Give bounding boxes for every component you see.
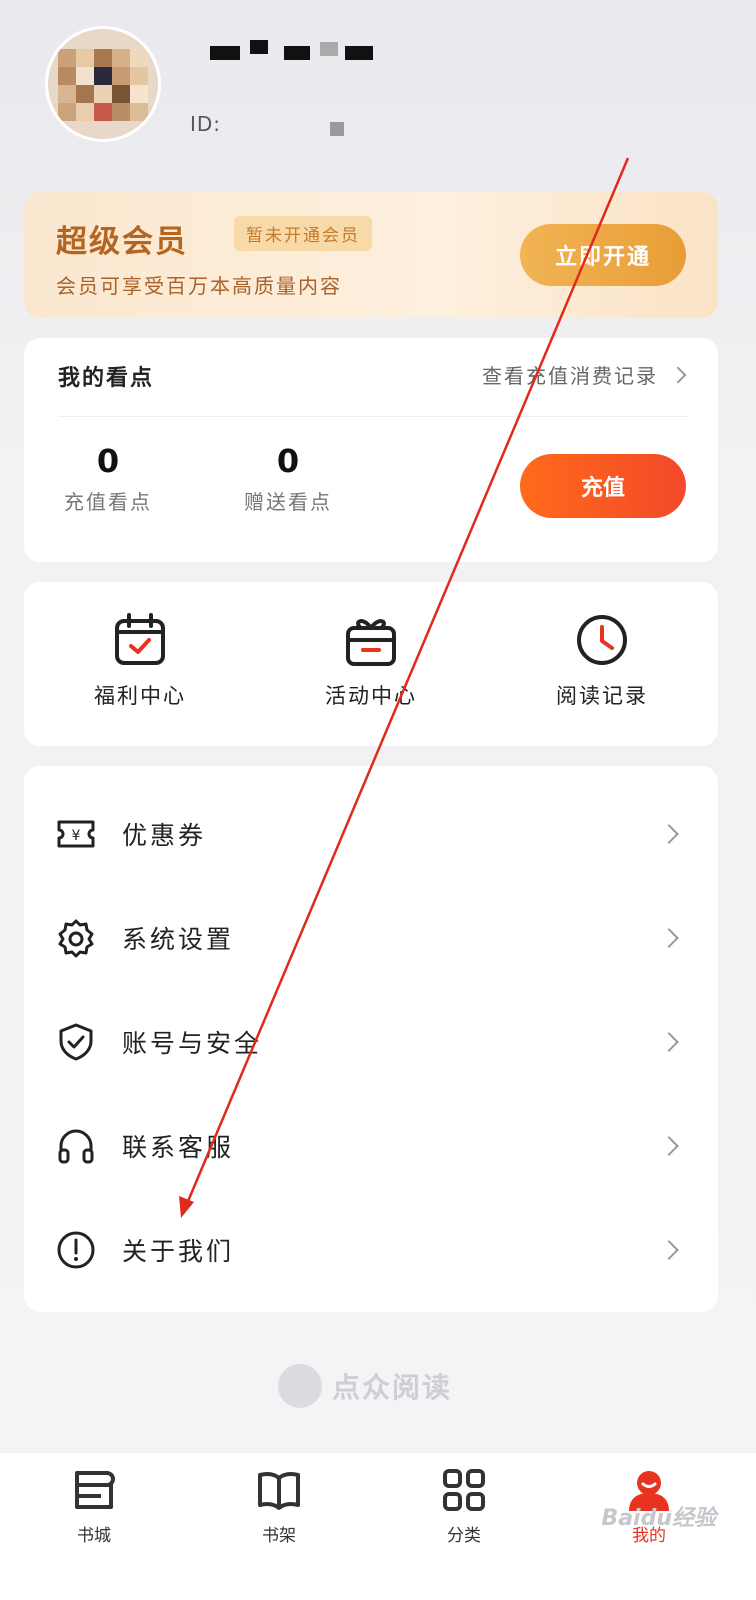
bookshelf-icon: [258, 1472, 300, 1510]
menu-item-label: 账号与安全: [122, 1029, 263, 1058]
tab-bookshelf[interactable]: 书架: [219, 1467, 339, 1546]
menu-item-label: 联系客服: [122, 1133, 235, 1162]
category-grid-icon: [443, 1469, 485, 1511]
coupon-icon: ¥: [57, 820, 95, 848]
clock-icon: [577, 615, 627, 665]
tab-category[interactable]: 分类: [404, 1467, 524, 1546]
quick-link-label: 阅读记录: [556, 684, 648, 708]
quick-link-reading-history[interactable]: 阅读记录: [512, 612, 692, 710]
recharge-history-link[interactable]: 查看充值消费记录: [482, 360, 687, 389]
username-redacted: [200, 40, 375, 62]
headphones-icon: [58, 1129, 94, 1164]
vip-description: 会员可享受百万本高质量内容: [56, 274, 342, 298]
points-card: 我的看点 查看充值消费记录 0 充值看点 0 赠送看点 充值: [24, 338, 718, 562]
quick-link-activity[interactable]: 活动中心: [281, 612, 461, 710]
quick-links: 福利中心 活动中心 阅读记录: [24, 582, 718, 746]
menu-item-coupons[interactable]: ¥ 优惠券: [24, 782, 718, 886]
menu-item-about-us[interactable]: 关于我们: [24, 1198, 718, 1302]
tab-bookstore[interactable]: 书城: [34, 1467, 154, 1546]
bookstore-icon: [75, 1471, 115, 1509]
menu-item-customer-service[interactable]: 联系客服: [24, 1094, 718, 1198]
brand-footer: 点众阅读: [278, 1364, 452, 1408]
points-title: 我的看点: [58, 366, 155, 391]
gear-icon: [58, 919, 94, 958]
activate-vip-button[interactable]: 立即开通: [520, 224, 686, 286]
vip-banner[interactable]: 超级会员 暂未开通会员 会员可享受百万本高质量内容 立即开通: [24, 192, 718, 318]
bonus-points-label: 赠送看点: [244, 490, 332, 514]
recharge-points-stat: 0 充值看点: [48, 442, 168, 515]
menu-item-account-security[interactable]: 账号与安全: [24, 990, 718, 1094]
brand-name: 点众阅读: [332, 1371, 453, 1404]
chevron-right-icon: [659, 1136, 679, 1156]
info-icon: [57, 1231, 95, 1269]
tab-label: 书城: [77, 1526, 111, 1546]
chevron-right-icon: [659, 928, 679, 948]
avatar[interactable]: [45, 26, 161, 142]
gift-icon: [346, 619, 396, 666]
profile-header: ID:: [0, 0, 756, 180]
bonus-points-value: 0: [276, 442, 300, 480]
recharge-points-value: 0: [96, 442, 120, 480]
quick-link-label: 福利中心: [94, 684, 186, 708]
watermark: Baidu经验: [601, 1506, 716, 1531]
recharge-points-label: 充值看点: [64, 490, 152, 514]
divider: [58, 416, 688, 417]
vip-title: 超级会员: [56, 224, 188, 260]
settings-menu: ¥ 优惠券 系统设置 账号与安全 联系客服 关于我们: [24, 766, 718, 1312]
menu-item-label: 关于我们: [122, 1237, 235, 1266]
vip-status-badge: 暂未开通会员: [234, 216, 372, 251]
quick-link-welfare[interactable]: 福利中心: [50, 612, 230, 710]
brand-logo-icon: [278, 1364, 322, 1408]
tab-label: 书架: [262, 1526, 296, 1546]
bonus-points-stat: 0 赠送看点: [228, 442, 348, 515]
user-id-label: ID:: [190, 112, 222, 136]
svg-text:¥: ¥: [72, 828, 81, 844]
menu-item-system-settings[interactable]: 系统设置: [24, 886, 718, 990]
recharge-button[interactable]: 充值: [520, 454, 686, 518]
tab-label: 分类: [447, 1526, 481, 1546]
quick-link-label: 活动中心: [325, 684, 417, 708]
user-id-redacted: [330, 122, 344, 136]
shield-icon: [59, 1023, 93, 1061]
chevron-right-icon: [659, 1240, 679, 1260]
chevron-right-icon: [669, 366, 687, 383]
chevron-right-icon: [659, 1032, 679, 1052]
menu-item-label: 系统设置: [122, 925, 235, 954]
recharge-history-label: 查看充值消费记录: [482, 364, 658, 388]
calendar-check-icon: [115, 613, 165, 665]
menu-item-label: 优惠券: [122, 821, 207, 850]
chevron-right-icon: [659, 824, 679, 844]
